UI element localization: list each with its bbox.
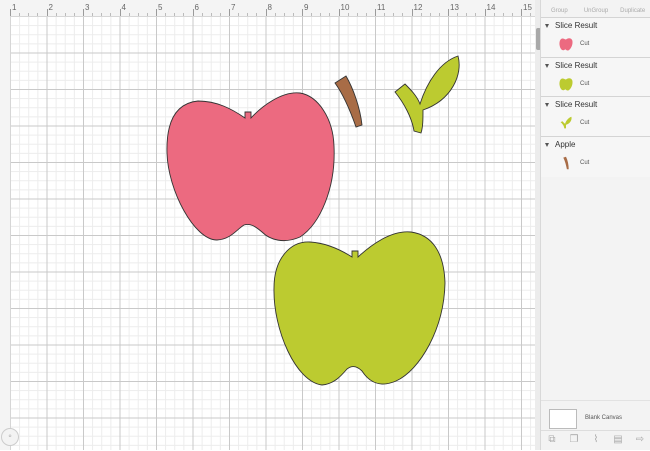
layers-panel: Group UnGroup Duplicate Slice Result Cut… <box>540 0 650 450</box>
brown-stem-shape[interactable] <box>334 75 363 128</box>
layer-op-label: Cut <box>580 41 590 47</box>
layer-name: Slice Result <box>555 21 598 30</box>
green-leaf-shape[interactable] <box>394 55 460 134</box>
layer-op-label: Cut <box>580 160 590 166</box>
group-button[interactable]: Group <box>541 0 578 16</box>
blank-canvas-row[interactable]: Blank Canvas <box>541 400 650 431</box>
zoom-control[interactable]: ◦ <box>1 428 19 446</box>
leaf-thumbnail <box>560 116 572 129</box>
layer-group-3[interactable]: Slice Result Cut <box>541 96 650 137</box>
blank-canvas-label: Blank Canvas <box>585 415 623 421</box>
flatten-icon[interactable]: ▤ <box>607 431 629 451</box>
bottom-toolbar: ⧉ ❐ ⌇ ▤ ⇨ <box>541 430 650 451</box>
layer-group-2[interactable]: Slice Result Cut <box>541 57 650 98</box>
pink-apple-thumbnail <box>559 38 573 51</box>
canvas-shapes <box>166 55 460 386</box>
chevron-down-icon[interactable] <box>545 142 549 147</box>
layer-group-1[interactable]: Slice Result Cut <box>541 17 650 58</box>
layer-name: Slice Result <box>555 100 598 109</box>
green-apple-thumbnail <box>559 78 573 91</box>
layer-group-header[interactable]: Apple <box>545 140 575 149</box>
pink-apple-shape[interactable] <box>166 92 335 242</box>
layer-group-header[interactable]: Slice Result <box>545 21 597 30</box>
layer-group-header[interactable]: Slice Result <box>545 61 597 70</box>
attach-icon[interactable]: ⌇ <box>585 431 607 451</box>
layer-group-header[interactable]: Slice Result <box>545 100 597 109</box>
combine-icon[interactable]: ❐ <box>563 431 585 451</box>
slice-icon[interactable]: ⧉ <box>541 431 563 451</box>
chevron-down-icon[interactable] <box>545 102 549 107</box>
blank-canvas-swatch[interactable] <box>549 409 577 429</box>
stem-thumbnail <box>563 156 569 170</box>
chevron-down-icon[interactable] <box>545 23 549 28</box>
green-apple-shape[interactable] <box>273 231 446 386</box>
chevron-down-icon[interactable] <box>545 63 549 68</box>
layer-group-4[interactable]: Apple Cut <box>541 136 650 177</box>
duplicate-button[interactable]: Duplicate <box>614 0 650 16</box>
layer-name: Apple <box>555 140 576 149</box>
ungroup-button[interactable]: UnGroup <box>578 0 615 16</box>
layer-op-label: Cut <box>580 120 590 126</box>
contour-icon[interactable]: ⇨ <box>629 431 650 451</box>
layer-name: Slice Result <box>555 61 598 70</box>
layer-tools: Group UnGroup Duplicate <box>541 0 650 16</box>
layer-op-label: Cut <box>580 81 590 87</box>
